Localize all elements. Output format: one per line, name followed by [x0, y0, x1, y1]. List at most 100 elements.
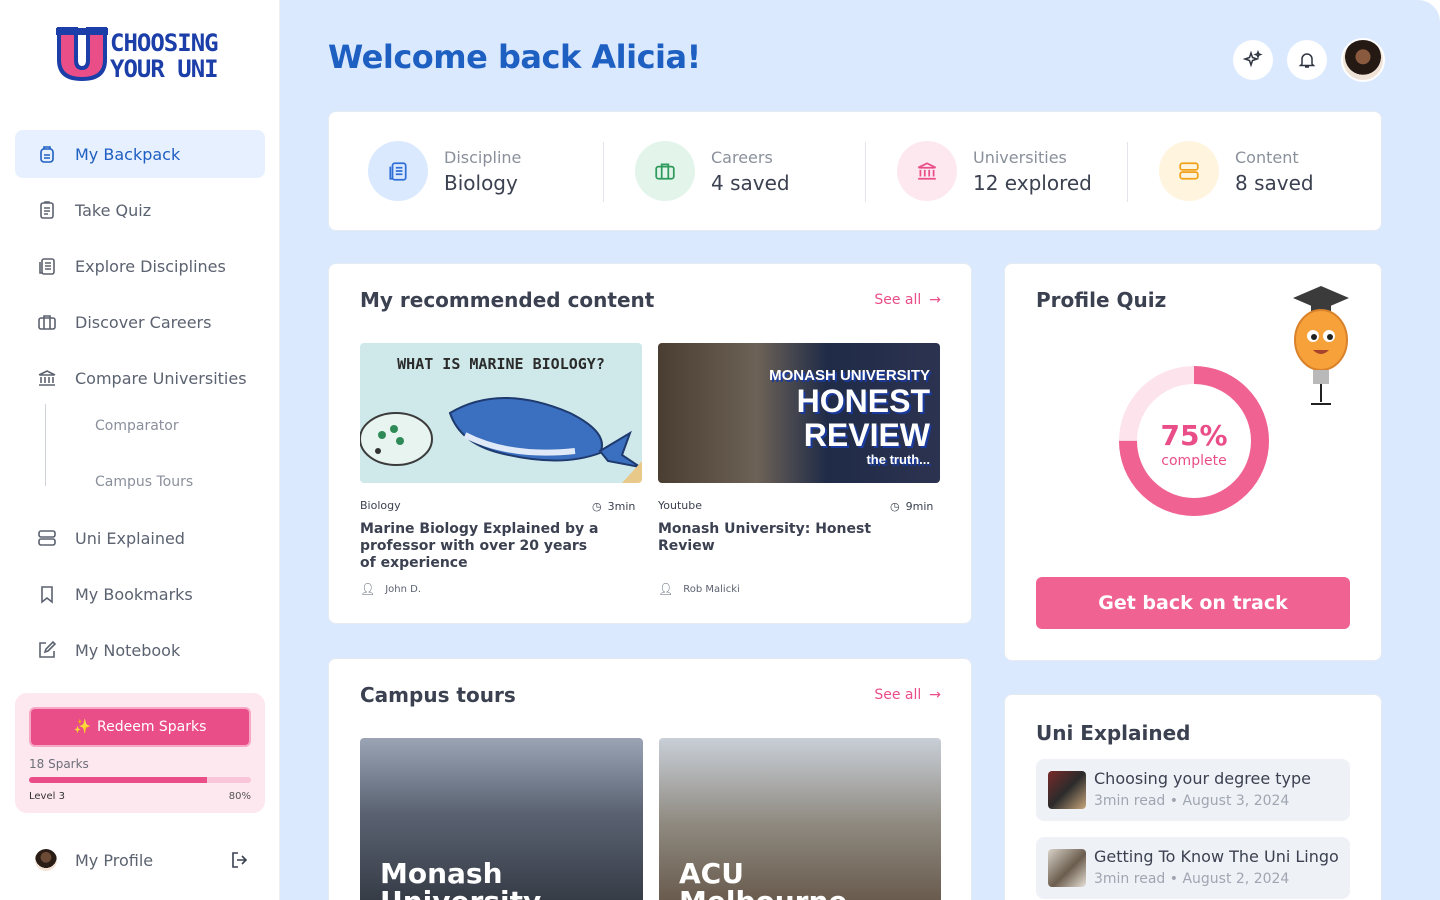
sidebar-item-label: Compare Universities	[75, 368, 247, 388]
backpack-icon	[37, 144, 57, 164]
sidebar-item-my-notebook[interactable]: My Notebook	[15, 626, 265, 674]
submenu-line	[45, 404, 46, 486]
get-back-on-track-button[interactable]: Get back on track	[1036, 577, 1350, 629]
quiz-complete-label: complete	[1161, 453, 1227, 469]
sparks-card: ✨ Redeem Sparks 18 Sparks Level 3 80%	[15, 693, 265, 813]
content-icon-circle	[1159, 141, 1219, 201]
see-all-recommended-link[interactable]: See all →	[874, 292, 941, 308]
sparkles-icon	[1243, 50, 1263, 68]
choosing-your-uni-logo[interactable]: CHOOSING YOUR UNI	[56, 26, 219, 84]
main-content: Welcome back Alicia! Discipline Biology …	[280, 0, 1440, 900]
sidebar-item-my-bookmarks[interactable]: My Bookmarks	[15, 570, 265, 618]
article-title: Choosing your degree type	[1094, 769, 1312, 788]
see-all-campus-link[interactable]: See all →	[874, 687, 941, 703]
redeem-sparks-button[interactable]: ✨ Redeem Sparks	[29, 707, 251, 747]
whale-illustration	[360, 397, 642, 483]
thumbnail-line-3: REVIEW	[803, 417, 930, 453]
content-title[interactable]: Marine Biology Explained by a professor …	[360, 521, 600, 572]
monash-review-thumbnail[interactable]: MONASH UNIVERSITY HONEST REVIEW the trut…	[658, 343, 940, 483]
stat-value: Biology	[444, 170, 518, 195]
university-icon	[37, 368, 57, 388]
clock-icon: ◷	[592, 500, 602, 513]
sidebar-item-label: My Bookmarks	[75, 584, 193, 604]
uni-explained-item[interactable]: Getting To Know The Uni Lingo 3min read …	[1036, 837, 1350, 899]
server-icon	[37, 528, 57, 548]
sidebar-item-discover-careers[interactable]: Discover Careers	[15, 298, 265, 346]
avatar[interactable]	[35, 849, 57, 871]
sparks-count: 18 Sparks	[29, 757, 89, 771]
mascot-lightbulb-icon	[1293, 286, 1349, 405]
uni-explained-card: Uni Explained Choosing your degree type …	[1004, 694, 1382, 900]
stat-value: 12 explored	[973, 170, 1092, 195]
content-author: 👤︎ John D.	[360, 582, 421, 596]
divider	[603, 142, 604, 202]
campus-tour-label: Monash University	[380, 860, 541, 900]
see-all-label: See all	[874, 687, 922, 703]
stat-value: 4 saved	[711, 170, 790, 195]
sidebar-item-compare-universities[interactable]: Compare Universities	[15, 354, 265, 402]
backpack-stats: Discipline Biology Careers 4 saved Unive…	[328, 111, 1382, 231]
section-title: My recommended content	[360, 288, 655, 312]
careers-icon-circle	[635, 141, 695, 201]
stat-discipline[interactable]: Discipline Biology	[368, 140, 521, 202]
briefcase-icon	[37, 312, 57, 332]
section-title: Campus tours	[360, 683, 516, 707]
thumbnail-line-2: HONEST	[796, 383, 930, 419]
edit-icon	[37, 640, 57, 660]
uni-explained-item[interactable]: Choosing your degree type 3min read • Au…	[1036, 759, 1350, 821]
marine-biology-thumbnail[interactable]: WHAT IS MARINE BIOLOGY?	[360, 343, 642, 483]
profile-quiz-card: Profile Quiz 75% complete Get back on tr…	[1004, 263, 1382, 661]
sidebar-subitem-campus-tours[interactable]: Campus Tours	[95, 474, 193, 490]
logo-line-1: CHOOSING	[110, 29, 219, 57]
logo-line-2: YOUR UNI	[110, 55, 219, 83]
briefcase-icon	[655, 163, 675, 180]
article-title: Getting To Know The Uni Lingo	[1094, 847, 1339, 866]
user-avatar[interactable]	[1341, 38, 1385, 82]
logout-icon[interactable]	[230, 850, 250, 870]
content-title[interactable]: Monash University: Honest Review	[658, 521, 928, 555]
sidebar-item-uni-explained[interactable]: Uni Explained	[15, 514, 265, 562]
page-title: Welcome back Alicia!	[328, 38, 701, 76]
campus-name-line-1: ACU	[679, 857, 744, 890]
arrow-right-icon: →	[929, 687, 941, 703]
campus-tour-acu[interactable]: ACU Melbourne	[659, 738, 941, 900]
divider	[865, 142, 866, 202]
notifications-button[interactable]	[1287, 40, 1327, 80]
clock-icon: ◷	[890, 500, 900, 513]
logo-u-icon	[56, 27, 108, 82]
article-meta: 3min read • August 2, 2024	[1094, 871, 1290, 887]
see-all-label: See all	[874, 292, 922, 308]
sidebar-item-label: My Notebook	[75, 640, 181, 660]
stat-universities[interactable]: Universities 12 explored	[897, 140, 1092, 202]
sidebar-item-my-backpack[interactable]: My Backpack	[15, 130, 265, 178]
campus-name-line-2: University	[380, 888, 541, 900]
arrow-right-icon: →	[929, 292, 941, 308]
stat-label: Careers	[711, 147, 773, 167]
universities-icon-circle	[897, 141, 957, 201]
author-name: Rob Malicki	[683, 583, 740, 595]
sidebar-subitem-comparator[interactable]: Comparator	[95, 418, 179, 434]
redeem-sparks-label: Redeem Sparks	[97, 719, 207, 735]
divider	[1127, 142, 1128, 202]
section-title: Profile Quiz	[1036, 288, 1167, 312]
content-duration: ◷ 9min	[890, 500, 933, 513]
stat-content[interactable]: Content 8 saved	[1159, 140, 1314, 202]
clipboard-icon	[37, 200, 57, 220]
sidebar-item-label: Discover Careers	[75, 312, 212, 332]
sparks-progress-bar	[29, 777, 251, 783]
sparkle-icon: ✨	[73, 719, 91, 735]
campus-tour-monash[interactable]: Monash University	[360, 738, 643, 900]
stat-value: 8 saved	[1235, 170, 1314, 195]
sidebar: CHOOSING YOUR UNI My Backpack Take Quiz …	[0, 0, 280, 900]
sidebar-item-label: Take Quiz	[75, 200, 152, 220]
author-name: John D.	[385, 583, 422, 595]
stat-careers[interactable]: Careers 4 saved	[635, 140, 790, 202]
stat-label: Content	[1235, 147, 1299, 167]
sidebar-item-label: Explore Disciplines	[75, 256, 226, 276]
user-icon: 👤︎	[658, 582, 674, 596]
my-profile-link[interactable]: My Profile	[75, 851, 230, 870]
quiz-percent: 75%	[1160, 419, 1228, 452]
sidebar-item-take-quiz[interactable]: Take Quiz	[15, 186, 265, 234]
sparkles-button[interactable]	[1233, 40, 1273, 80]
sidebar-item-explore-disciplines[interactable]: Explore Disciplines	[15, 242, 265, 290]
